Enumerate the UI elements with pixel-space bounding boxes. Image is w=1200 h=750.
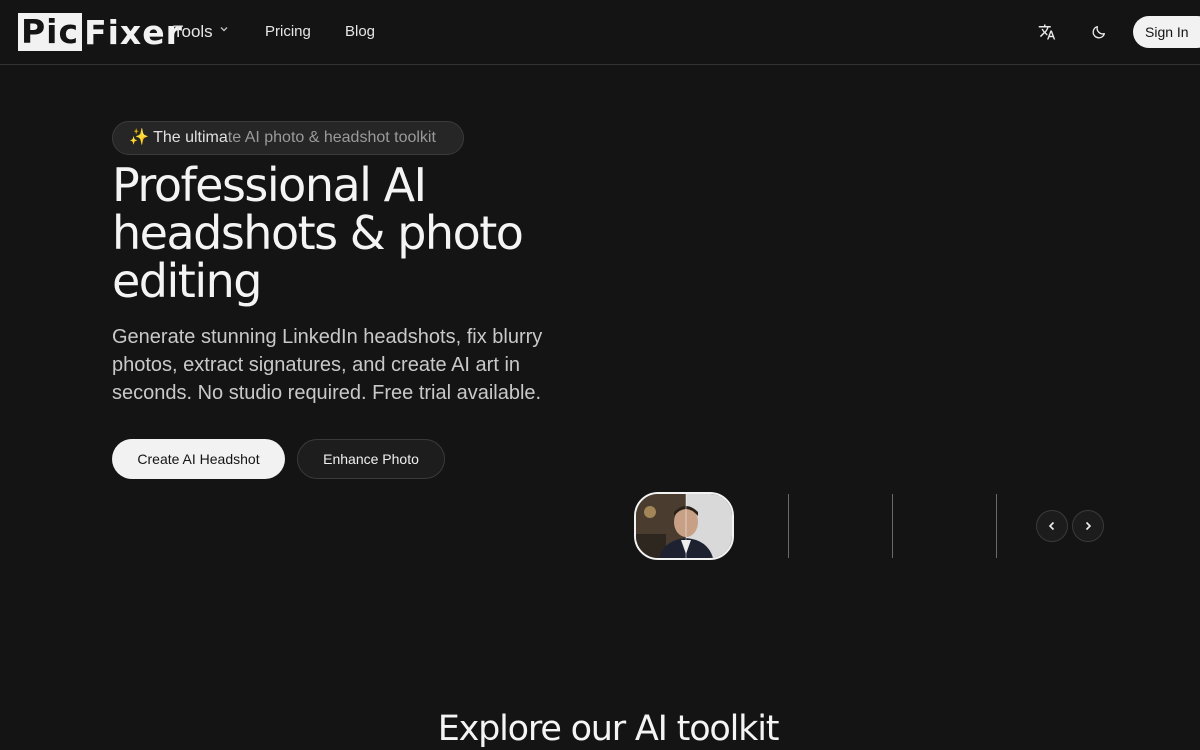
nav-pricing-link[interactable]: Pricing: [265, 22, 311, 42]
carousel-divider: [788, 494, 789, 558]
chevron-left-icon: [1048, 521, 1055, 531]
create-ai-headshot-button[interactable]: Create AI Headshot: [112, 439, 285, 479]
chevron-down-icon: [219, 22, 229, 42]
top-navbar: Pic Fixer Tools Pricing Blog Sign In: [0, 0, 1200, 65]
moon-icon[interactable]: [1086, 19, 1112, 45]
headline-line-3: editing: [112, 254, 262, 308]
toolkit-section-title: Explore our AI toolkit: [437, 709, 780, 749]
carousel-next-button[interactable]: [1072, 510, 1104, 542]
carousel-thumbnail-headshot[interactable]: [634, 492, 734, 560]
nav-tools-dropdown[interactable]: Tools: [173, 22, 229, 42]
headline-line-2: headshots & photo: [112, 206, 524, 260]
logo-pic-text: Pic: [18, 13, 83, 51]
logo-fixer-text: Fixer: [84, 12, 183, 52]
headline-line-1: Professional AI: [112, 158, 427, 212]
enhance-photo-button[interactable]: Enhance Photo: [297, 439, 445, 479]
picfixer-logo[interactable]: Pic Fixer: [18, 12, 183, 52]
hero-headline: Professional AI headshots & photo editin…: [112, 161, 632, 305]
nav-tools-label: Tools: [173, 22, 213, 41]
carousel-divider: [892, 494, 893, 558]
translate-icon[interactable]: [1034, 19, 1060, 45]
headshot-image: [636, 494, 732, 558]
badge-text-bright: The ultima: [153, 129, 228, 146]
nav-blog-link[interactable]: Blog: [345, 22, 375, 42]
sparkles-icon: ✨: [129, 129, 149, 146]
hero-description: Generate stunning LinkedIn headshots, fi…: [112, 326, 543, 404]
carousel-divider: [996, 494, 997, 558]
badge-text-dim: te AI photo & headshot toolkit: [227, 129, 436, 146]
sign-in-button[interactable]: Sign In: [1133, 16, 1200, 48]
hero-badge: ✨ The ultimate AI photo & headshot toolk…: [112, 121, 464, 155]
carousel-prev-button[interactable]: [1036, 510, 1068, 542]
chevron-right-icon: [1085, 521, 1092, 531]
